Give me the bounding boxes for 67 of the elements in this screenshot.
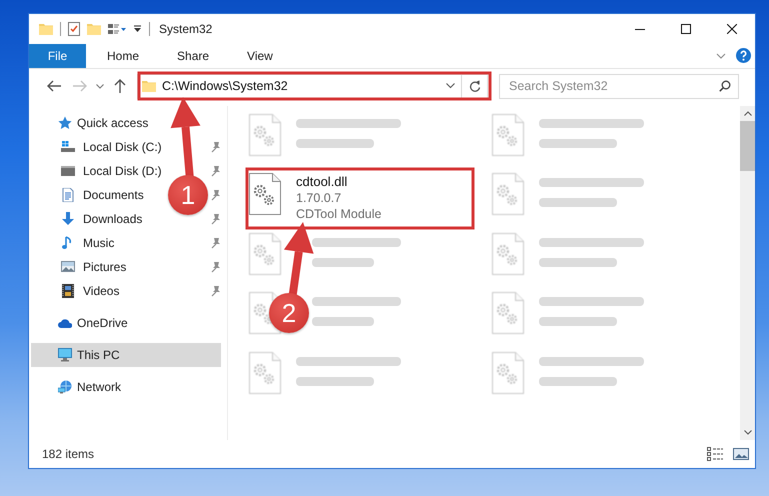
- ribbon-tab[interactable]: File: [29, 44, 86, 68]
- nav-item[interactable]: Downloads: [83, 212, 142, 226]
- forward-arrow-icon: [73, 80, 87, 92]
- dll-file-icon: [492, 114, 524, 156]
- nav-item[interactable]: Local Disk (C:): [83, 140, 162, 154]
- scrollbar[interactable]: [740, 106, 755, 440]
- nav-item[interactable]: Documents: [83, 188, 144, 202]
- dll-file-icon: [492, 173, 524, 216]
- blurred-file-detail: [312, 258, 374, 267]
- chevron-down-icon: [446, 83, 455, 90]
- dll-file-icon: [249, 352, 281, 394]
- maximize-icon: [681, 24, 691, 34]
- ribbon-tab[interactable]: Share: [162, 44, 224, 68]
- properties-icon: [68, 22, 80, 36]
- nav-item[interactable]: Videos: [83, 284, 120, 298]
- nav-item[interactable]: Network: [77, 380, 122, 394]
- new-folder-icon: [87, 22, 101, 36]
- scrollbar-thumb[interactable]: [740, 120, 755, 171]
- star-icon: [58, 116, 72, 130]
- file-detail: CDTool Module: [296, 206, 382, 222]
- search-icon: [719, 80, 731, 92]
- drive-windows-icon: [61, 140, 75, 154]
- dll-file-icon: [249, 173, 281, 216]
- documents-icon: [61, 188, 75, 202]
- nav-item[interactable]: Quick access: [77, 116, 148, 130]
- network-icon: [58, 380, 72, 394]
- blurred-file-detail: [312, 317, 374, 326]
- pc-icon: [58, 348, 72, 362]
- file-name[interactable]: cdtool.dll: [296, 174, 382, 190]
- close-icon: [727, 24, 737, 34]
- item-count: 182 items: [42, 447, 96, 462]
- nav-item[interactable]: Music: [83, 236, 114, 250]
- dll-file-icon: [249, 232, 281, 275]
- search-field[interactable]: Search System32: [499, 74, 739, 99]
- downloads-icon: [61, 212, 75, 226]
- file-detail: 1.70.0.7: [296, 190, 342, 206]
- nav-item[interactable]: Local Disk (D:): [83, 164, 162, 178]
- large-icons-view-button[interactable]: [733, 447, 749, 462]
- window-title: System32: [159, 22, 212, 36]
- drive-icon: [61, 164, 75, 178]
- caret-icon: [96, 84, 104, 89]
- view-options-icon: [108, 23, 126, 35]
- ribbon-tab[interactable]: View: [232, 44, 288, 68]
- customize-caret-icon: [133, 24, 142, 34]
- nav-item[interactable]: OneDrive: [77, 316, 128, 330]
- pictures-icon: [61, 260, 75, 274]
- folder-icon: [39, 22, 53, 36]
- back-arrow-icon: [47, 80, 61, 92]
- dll-file-icon: [492, 352, 524, 394]
- details-view-icon: [707, 447, 723, 462]
- refresh-icon: [468, 80, 480, 92]
- details-view-button[interactable]: [707, 447, 723, 462]
- nav-item[interactable]: Pictures: [83, 260, 126, 274]
- scroll-down-icon: [744, 430, 752, 436]
- dll-file-icon: [249, 114, 281, 156]
- address-field[interactable]: C:\Windows\System32: [137, 74, 488, 99]
- large-icons-view-icon: [733, 447, 749, 462]
- videos-icon: [61, 284, 75, 298]
- nav-item[interactable]: This PC: [77, 348, 120, 362]
- folder-icon: [142, 79, 156, 94]
- ribbon-tab[interactable]: Home: [92, 44, 154, 68]
- ribbon-expand-icon: [716, 52, 726, 59]
- scroll-up-icon: [744, 110, 752, 116]
- help-icon: [736, 48, 751, 64]
- dll-file-icon: [492, 292, 524, 334]
- dll-file-icon: [492, 232, 524, 275]
- up-arrow-icon: [114, 79, 126, 94]
